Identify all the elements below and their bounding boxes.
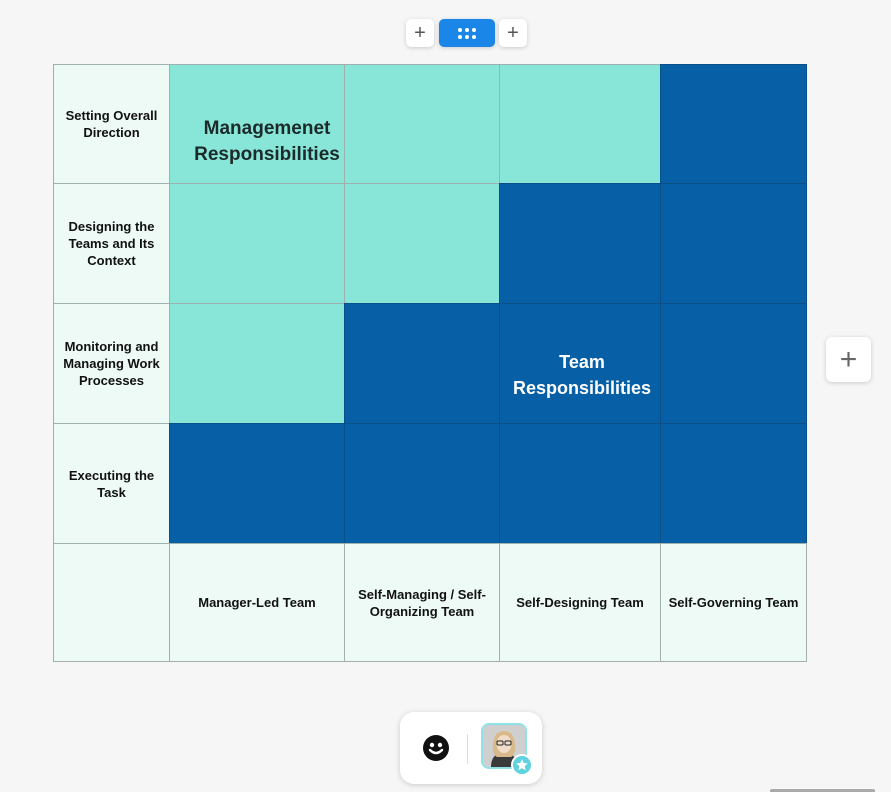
smiley-icon[interactable] xyxy=(422,734,450,762)
add-row-button[interactable]: + xyxy=(826,337,871,382)
responsibility-matrix: Setting Overall Direction Designing the … xyxy=(53,64,807,662)
plus-icon: + xyxy=(839,342,858,376)
matrix-cell-team xyxy=(660,303,807,424)
add-column-right-button[interactable]: + xyxy=(499,19,527,47)
grid-dots-icon xyxy=(458,27,476,39)
matrix-cell-team xyxy=(660,64,807,184)
drag-handle-button[interactable] xyxy=(439,19,495,47)
management-responsibilities-label: Managemenet Responsibilities xyxy=(194,118,340,165)
column-label-self-designing: Self-Designing Team xyxy=(499,543,661,662)
add-column-left-button[interactable]: + xyxy=(406,19,434,47)
row-label-setting-direction: Setting Overall Direction xyxy=(53,64,170,184)
column-label-manager-led: Manager-Led Team xyxy=(169,543,345,662)
column-label-self-managing: Self-Managing / Self-Organizing Team xyxy=(344,543,500,662)
column-label-self-governing: Self-Governing Team xyxy=(660,543,807,662)
matrix-cell-management xyxy=(169,183,345,304)
star-icon xyxy=(511,754,533,776)
row-label-monitoring: Monitoring and Managing Work Processes xyxy=(53,303,170,424)
row-label-executing: Executing the Task xyxy=(53,423,170,544)
plus-icon: + xyxy=(414,22,426,44)
matrix-cell-management xyxy=(169,303,345,424)
matrix-cell-team xyxy=(344,423,500,544)
matrix-cell-team xyxy=(499,423,661,544)
plus-icon: + xyxy=(507,22,519,44)
corner-cell xyxy=(53,543,170,662)
matrix-cell-team xyxy=(169,423,345,544)
matrix-cell-team xyxy=(660,423,807,544)
reaction-bar xyxy=(400,712,542,784)
matrix-cell-team xyxy=(660,183,807,304)
matrix-cell-team xyxy=(499,183,661,304)
team-responsibilities-label: Team Responsibilities xyxy=(512,352,652,398)
matrix-cell-management xyxy=(344,64,500,184)
matrix-cell-management xyxy=(344,183,500,304)
divider xyxy=(467,734,468,764)
matrix-cell-management xyxy=(499,64,661,184)
matrix-cell-team xyxy=(344,303,500,424)
row-label-designing-teams: Designing the Teams and Its Context xyxy=(53,183,170,304)
